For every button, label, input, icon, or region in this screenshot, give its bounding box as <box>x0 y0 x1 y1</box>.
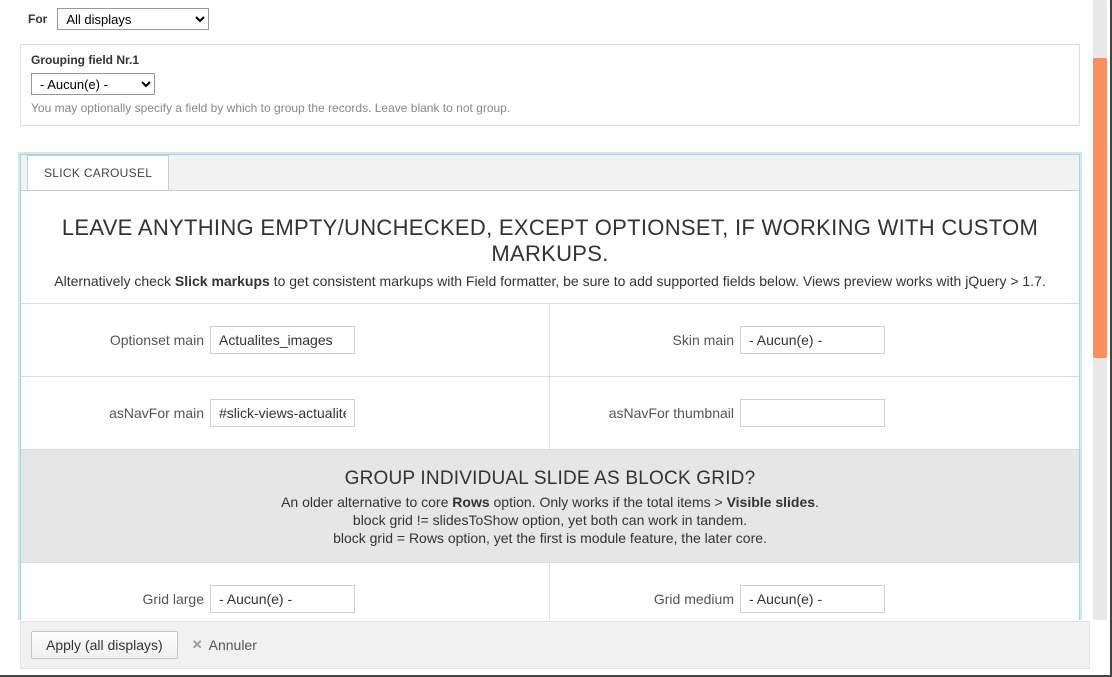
grid-medium-select[interactable] <box>740 585 885 613</box>
cancel-link[interactable]: ✕ Annuler <box>192 637 257 653</box>
grouping-title: Grouping field Nr.1 <box>31 53 1069 67</box>
cancel-label: Annuler <box>209 637 257 653</box>
grid-large-label: Grid large <box>143 591 204 607</box>
for-label: For <box>28 12 47 26</box>
grouping-select[interactable]: - Aucun(e) - <box>31 73 155 95</box>
scrollbar-thumb[interactable] <box>1093 58 1107 358</box>
row-grid: Grid large Grid medium <box>21 563 1079 620</box>
grid-head-line1: An older alternative to core Rows option… <box>61 494 1039 510</box>
footer-bar: Apply (all displays) ✕ Annuler <box>20 621 1090 669</box>
asnav-thumb-input[interactable] <box>740 399 885 427</box>
scroll-area: For All displays Grouping field Nr.1 - A… <box>0 0 1090 620</box>
tab-slick-carousel[interactable]: SLICK CAROUSEL <box>27 155 169 190</box>
row-asnavfor: asNavFor main asNavFor thumbnail <box>21 377 1079 450</box>
slick-panel: SLICK CAROUSEL LEAVE ANYTHING EMPTY/UNCH… <box>20 154 1080 620</box>
grid-medium-label: Grid medium <box>654 591 734 607</box>
settings-dialog: For All displays Grouping field Nr.1 - A… <box>0 0 1112 677</box>
grid-head-title: GROUP INDIVIDUAL SLIDE AS BLOCK GRID? <box>61 468 1039 490</box>
grid-large-select[interactable] <box>210 585 355 613</box>
head-block: LEAVE ANYTHING EMPTY/UNCHECKED, EXCEPT O… <box>21 190 1079 304</box>
skin-main-label: Skin main <box>673 332 734 348</box>
row-optionset: Optionset main Skin main <box>21 304 1079 377</box>
for-row: For All displays <box>20 0 1080 44</box>
head-sub: Alternatively check Slick markups to get… <box>39 273 1061 289</box>
grid-head-line2: block grid != slidesToShow option, yet b… <box>61 512 1039 528</box>
tab-row: SLICK CAROUSEL <box>21 155 1079 190</box>
optionset-main-select[interactable] <box>210 326 355 354</box>
grid-head-line3: block grid = Rows option, yet the first … <box>61 530 1039 546</box>
for-select[interactable]: All displays <box>57 8 209 30</box>
skin-main-select[interactable] <box>740 326 885 354</box>
grouping-fieldset: Grouping field Nr.1 - Aucun(e) - You may… <box>20 44 1080 126</box>
asnav-main-label: asNavFor main <box>109 405 204 421</box>
head-title: LEAVE ANYTHING EMPTY/UNCHECKED, EXCEPT O… <box>39 215 1061 267</box>
close-icon: ✕ <box>192 637 203 653</box>
asnav-main-input[interactable] <box>210 399 355 427</box>
asnav-thumb-label: asNavFor thumbnail <box>609 405 734 421</box>
grouping-help: You may optionally specify a field by wh… <box>31 101 1069 115</box>
grid-head: GROUP INDIVIDUAL SLIDE AS BLOCK GRID? An… <box>21 450 1079 563</box>
scrollbar-track[interactable] <box>1093 0 1107 620</box>
apply-button[interactable]: Apply (all displays) <box>31 631 178 659</box>
optionset-main-label: Optionset main <box>110 332 204 348</box>
